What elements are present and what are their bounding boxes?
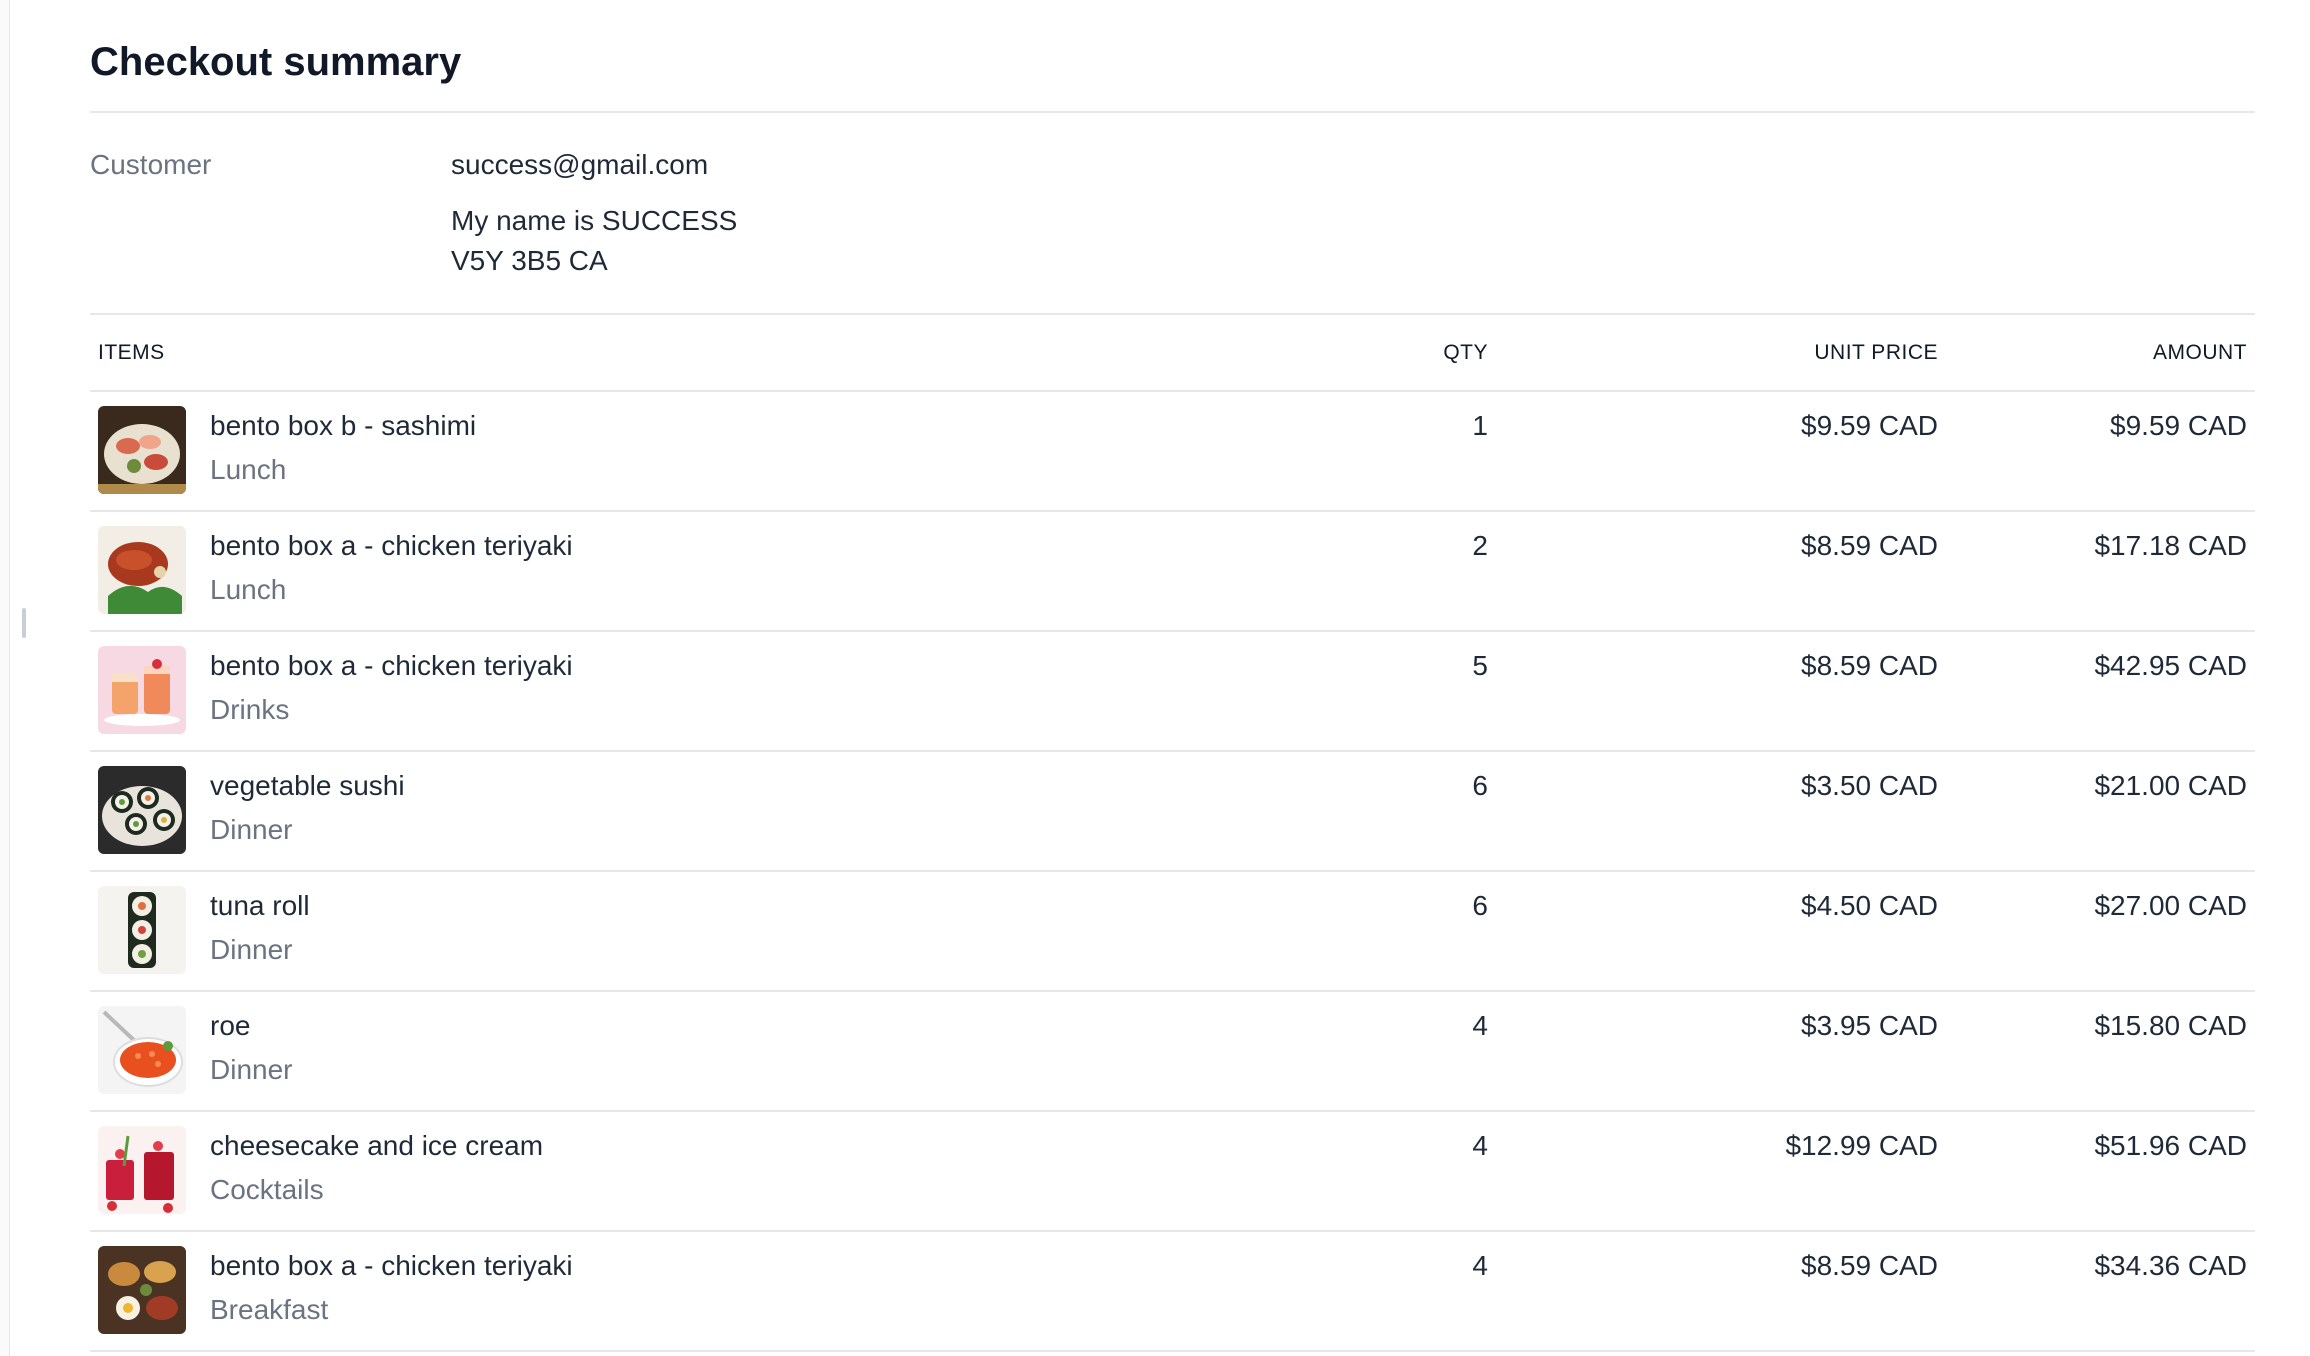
table-row: roe Dinner 4 $3.95 CAD $15.80 CAD [90, 992, 2255, 1112]
item-name: roe [210, 1010, 251, 1041]
item-category: Dinner [210, 934, 293, 965]
customer-name: My name is SUCCESS [451, 205, 738, 236]
table-row: bento box a - chicken teriyaki Lunch 2 $… [90, 512, 2255, 632]
item-unit-price: $3.50 CAD [1801, 770, 1938, 801]
item-category: Lunch [210, 574, 287, 605]
item-amount: $42.95 CAD [2094, 650, 2247, 681]
header-unit-price: UNIT PRICE [1814, 341, 1938, 364]
item-amount: $51.96 CAD [2094, 1130, 2247, 1161]
table-row: cheesecake and ice cream Cocktails 4 $12… [90, 1112, 2255, 1232]
table-row: bento box a - chicken teriyaki Drinks 5 … [90, 632, 2255, 752]
items-table-header: ITEMS QTY UNIT PRICE AMOUNT [90, 315, 2255, 392]
item-unit-price: $3.95 CAD [1801, 1010, 1938, 1041]
item-category: Dinner [210, 1054, 293, 1085]
breakfast-platter-photo [98, 1246, 186, 1334]
item-qty: 4 [1472, 1250, 1488, 1281]
item-unit-price: $8.59 CAD [1801, 1250, 1938, 1281]
item-amount: $21.00 CAD [2094, 770, 2247, 801]
item-unit-price: $4.50 CAD [1801, 890, 1938, 921]
drinks-photo [98, 646, 186, 734]
customer-label: Customer [90, 149, 212, 180]
table-row: bento box b - sashimi Lunch 1 $9.59 CAD … [90, 392, 2255, 512]
item-name: cheesecake and ice cream [210, 1130, 544, 1161]
customer-postal-code: V5Y 3B5 CA [451, 245, 608, 276]
tuna-roll-photo [98, 886, 186, 974]
item-qty: 6 [1472, 890, 1488, 921]
item-name: vegetable sushi [210, 770, 405, 801]
item-name: bento box a - chicken teriyaki [210, 530, 573, 561]
item-category: Drinks [210, 694, 290, 725]
header-items: ITEMS [98, 341, 165, 364]
item-amount: $17.18 CAD [2094, 530, 2247, 561]
item-category: Dinner [210, 814, 293, 845]
table-row: tuna roll Dinner 6 $4.50 CAD $27.00 CAD [90, 872, 2255, 992]
page-title: Checkout summary [90, 0, 2255, 113]
item-unit-price: $9.59 CAD [1801, 410, 1938, 441]
item-category: Lunch [210, 454, 287, 485]
item-name: bento box a - chicken teriyaki [210, 1250, 573, 1281]
header-amount: AMOUNT [2153, 341, 2247, 364]
item-amount: $27.00 CAD [2094, 890, 2247, 921]
vegetable-sushi-photo [98, 766, 186, 854]
item-amount: $15.80 CAD [2094, 1010, 2247, 1041]
sashimi-plate-photo [98, 406, 186, 494]
item-qty: 1 [1472, 410, 1488, 441]
customer-email: success@gmail.com [451, 149, 709, 180]
item-qty: 6 [1472, 770, 1488, 801]
table-row: vegetable sushi Dinner 6 $3.50 CAD $21.0… [90, 752, 2255, 872]
table-row: bento box a - chicken teriyaki Breakfast… [90, 1232, 2255, 1352]
chicken-teriyaki-photo [98, 526, 186, 614]
item-unit-price: $12.99 CAD [1785, 1130, 1938, 1161]
cocktails-photo [98, 1126, 186, 1214]
item-category: Cocktails [210, 1174, 324, 1205]
customer-section: Customer success@gmail.com My name is SU… [90, 113, 2255, 315]
item-qty: 5 [1472, 650, 1488, 681]
item-name: tuna roll [210, 890, 310, 921]
item-amount: $9.59 CAD [2110, 410, 2247, 441]
item-unit-price: $8.59 CAD [1801, 650, 1938, 681]
roe-photo [98, 1006, 186, 1094]
item-amount: $34.36 CAD [2094, 1250, 2247, 1281]
item-name: bento box a - chicken teriyaki [210, 650, 573, 681]
item-qty: 4 [1472, 1010, 1488, 1041]
checkout-summary-panel: Checkout summary Customer success@gmail.… [90, 0, 2255, 1352]
item-qty: 2 [1472, 530, 1488, 561]
item-unit-price: $8.59 CAD [1801, 530, 1938, 561]
left-panel-edge [0, 0, 10, 1356]
resize-handle[interactable] [22, 608, 26, 638]
header-qty: QTY [1443, 341, 1488, 364]
item-qty: 4 [1472, 1130, 1488, 1161]
item-name: bento box b - sashimi [210, 410, 477, 441]
item-category: Breakfast [210, 1294, 329, 1325]
